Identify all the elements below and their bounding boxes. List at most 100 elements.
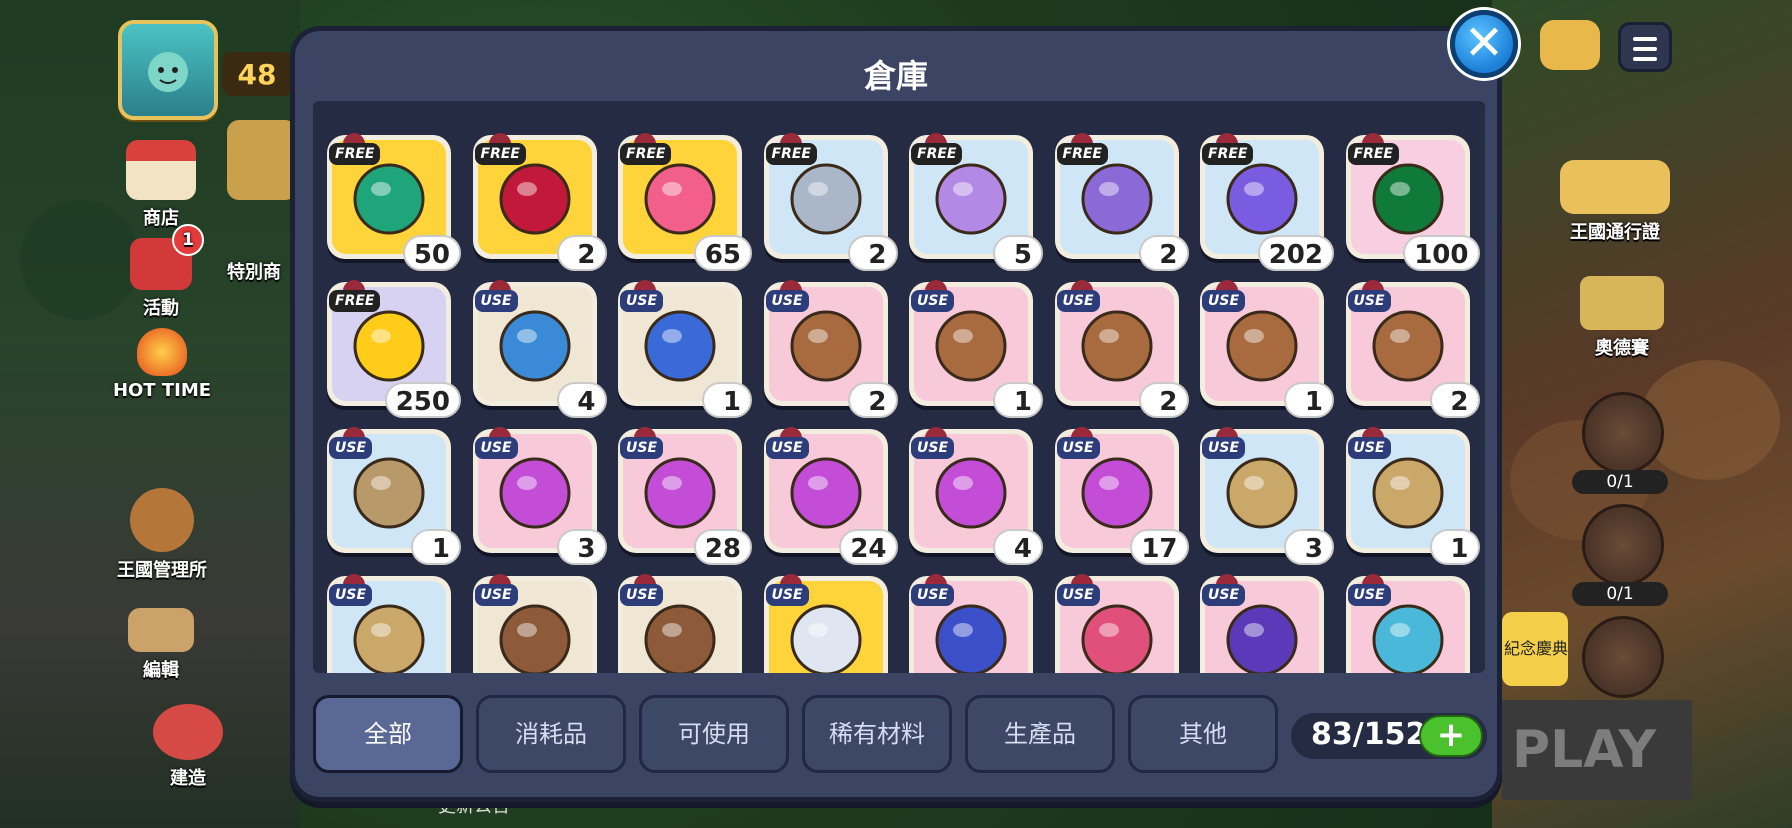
inventory-item-slot[interactable]: FREE 50: [327, 133, 461, 271]
celebration-banner[interactable]: 紀念慶典: [1502, 612, 1568, 686]
inventory-item-slot[interactable]: USE: [472, 574, 597, 673]
tab-rare-materials[interactable]: 稀有材料: [802, 695, 952, 773]
inventory-item-slot[interactable]: FREE 65: [618, 133, 752, 271]
inventory-item-slot[interactable]: USE 2: [1345, 280, 1480, 418]
inventory-item-slot[interactable]: USE 2: [1054, 280, 1189, 418]
inventory-item-slot[interactable]: FREE 5: [909, 133, 1043, 271]
item-tag: USE: [1347, 437, 1391, 459]
inventory-item-slot[interactable]: USE 3: [1200, 427, 1334, 565]
item-tag: USE: [620, 437, 664, 459]
edit-blocks-icon: [128, 608, 194, 652]
inventory-item-slot[interactable]: USE 1: [909, 280, 1043, 418]
hot-time-flame-icon: [137, 328, 187, 376]
inventory-item-slot[interactable]: USE 4: [472, 280, 607, 418]
item-grid-scroll-area[interactable]: FREE 50 FREE 2 FREE 65 FREE 2 FREE 5 FREE 2 FREE 202 F…: [313, 101, 1485, 673]
tab-products[interactable]: 生產品: [965, 695, 1115, 773]
inventory-item-slot[interactable]: USE 2: [763, 280, 898, 418]
item-count: 5: [993, 235, 1043, 271]
item-tag: USE: [911, 437, 955, 459]
inventory-item-slot[interactable]: USE 17: [1054, 427, 1189, 565]
left-menu-label: 活動: [143, 298, 179, 319]
inventory-item-slot[interactable]: FREE 100: [1345, 133, 1480, 271]
item-count: 250: [384, 382, 461, 418]
item-tag: FREE: [620, 143, 672, 165]
close-button[interactable]: ✕: [1450, 10, 1518, 78]
player-level-badge: 48: [222, 52, 292, 96]
item-tag: USE: [911, 290, 955, 312]
celebration-banner-label: 紀念慶典: [1503, 639, 1568, 658]
item-tag: USE: [474, 584, 518, 606]
item-count: 17: [1130, 529, 1189, 565]
expand-storage-button[interactable]: +: [1419, 715, 1483, 757]
house-action-icon[interactable]: [1582, 392, 1664, 474]
item-tag: USE: [474, 290, 518, 312]
item-count: 1: [411, 529, 461, 565]
storage-capacity: 83/152 +: [1291, 713, 1487, 759]
inventory-item-slot[interactable]: USE 1: [618, 280, 752, 418]
item-tag: FREE: [1347, 143, 1399, 165]
inventory-item-slot[interactable]: USE 1: [327, 427, 461, 565]
player-level: 48: [237, 57, 277, 91]
menu-icon[interactable]: [1618, 22, 1672, 72]
tab-all[interactable]: 全部: [313, 695, 463, 773]
left-menu-build-button[interactable]: 建造: [130, 704, 246, 790]
storage-count: 83/152: [1311, 717, 1427, 752]
play-button[interactable]: PLAY: [1502, 700, 1692, 800]
left-menu-label: 編輯: [143, 660, 179, 681]
sword-action-icon[interactable]: [1582, 616, 1664, 698]
item-count: 2: [847, 382, 898, 418]
inventory-item-slot[interactable]: USE: [763, 574, 888, 673]
inventory-item-slot[interactable]: FREE 2: [763, 133, 898, 271]
item-tag: FREE: [1202, 143, 1254, 165]
right-menu-kingdom-pass-button[interactable]: 王國通行證: [1550, 160, 1680, 244]
left-menu-shop-button[interactable]: 商店: [120, 140, 202, 230]
plus-icon: +: [1436, 715, 1466, 755]
inventory-item-slot[interactable]: FREE 202: [1200, 133, 1334, 271]
tab-other[interactable]: 其他: [1128, 695, 1278, 773]
item-tag: USE: [1347, 584, 1391, 606]
inventory-item-slot[interactable]: USE 1: [1345, 427, 1480, 565]
profile-avatar-button[interactable]: [118, 20, 218, 120]
left-menu-hottime-button[interactable]: HOT TIME: [104, 328, 220, 401]
right-menu-odyssey-button[interactable]: 奧德賽: [1572, 276, 1672, 360]
inventory-item-slot[interactable]: USE: [1200, 574, 1324, 673]
inventory-item-slot[interactable]: FREE 2: [472, 133, 607, 271]
dialog-title: 倉庫: [863, 57, 928, 95]
item-count: 50: [402, 235, 461, 271]
cookie-avatar-icon: [148, 52, 188, 92]
item-tag: USE: [911, 584, 955, 606]
inventory-item-slot[interactable]: USE: [327, 574, 451, 673]
sword-action-icon[interactable]: [1582, 504, 1664, 586]
inventory-item-slot[interactable]: FREE 2: [1054, 133, 1189, 271]
item-tag: USE: [1202, 290, 1246, 312]
inventory-item-slot[interactable]: USE 3: [472, 427, 607, 565]
item-count: 4: [993, 529, 1043, 565]
inventory-item-slot[interactable]: USE 28: [618, 427, 752, 565]
inventory-item-slot[interactable]: USE: [1054, 574, 1179, 673]
inventory-item-slot[interactable]: USE 1: [1200, 280, 1334, 418]
item-tag: FREE: [765, 143, 817, 165]
left-menu-event-button[interactable]: 活動 1: [120, 224, 204, 320]
item-tag: USE: [765, 290, 809, 312]
event-notification-badge: 1: [172, 224, 204, 256]
inventory-item-slot[interactable]: USE 24: [763, 427, 898, 565]
left-menu-kingdom-management-button[interactable]: 王國管理所: [104, 488, 220, 582]
shop-icon: [126, 140, 196, 200]
item-count: 2: [1138, 382, 1189, 418]
item-tag: FREE: [329, 290, 381, 312]
tab-usable[interactable]: 可使用: [639, 695, 789, 773]
inventory-item-slot[interactable]: USE: [1345, 574, 1470, 673]
item-count: 1: [702, 382, 752, 418]
left-menu-label: 特別商: [227, 262, 281, 283]
megaphone-icon[interactable]: [1540, 20, 1600, 70]
inventory-item-slot[interactable]: USE: [909, 574, 1033, 673]
inventory-item-slot[interactable]: USE: [618, 574, 742, 673]
inventory-item-slot[interactable]: USE 4: [909, 427, 1043, 565]
left-menu-edit-button[interactable]: 編輯: [120, 608, 202, 682]
item-tag: USE: [329, 437, 373, 459]
tab-consumables[interactable]: 消耗品: [476, 695, 626, 773]
inventory-item-slot[interactable]: FREE 250: [327, 280, 461, 418]
sword-action-count: 0/1: [1572, 582, 1668, 606]
item-tag: FREE: [474, 143, 526, 165]
house-action-count: 0/1: [1572, 470, 1668, 494]
